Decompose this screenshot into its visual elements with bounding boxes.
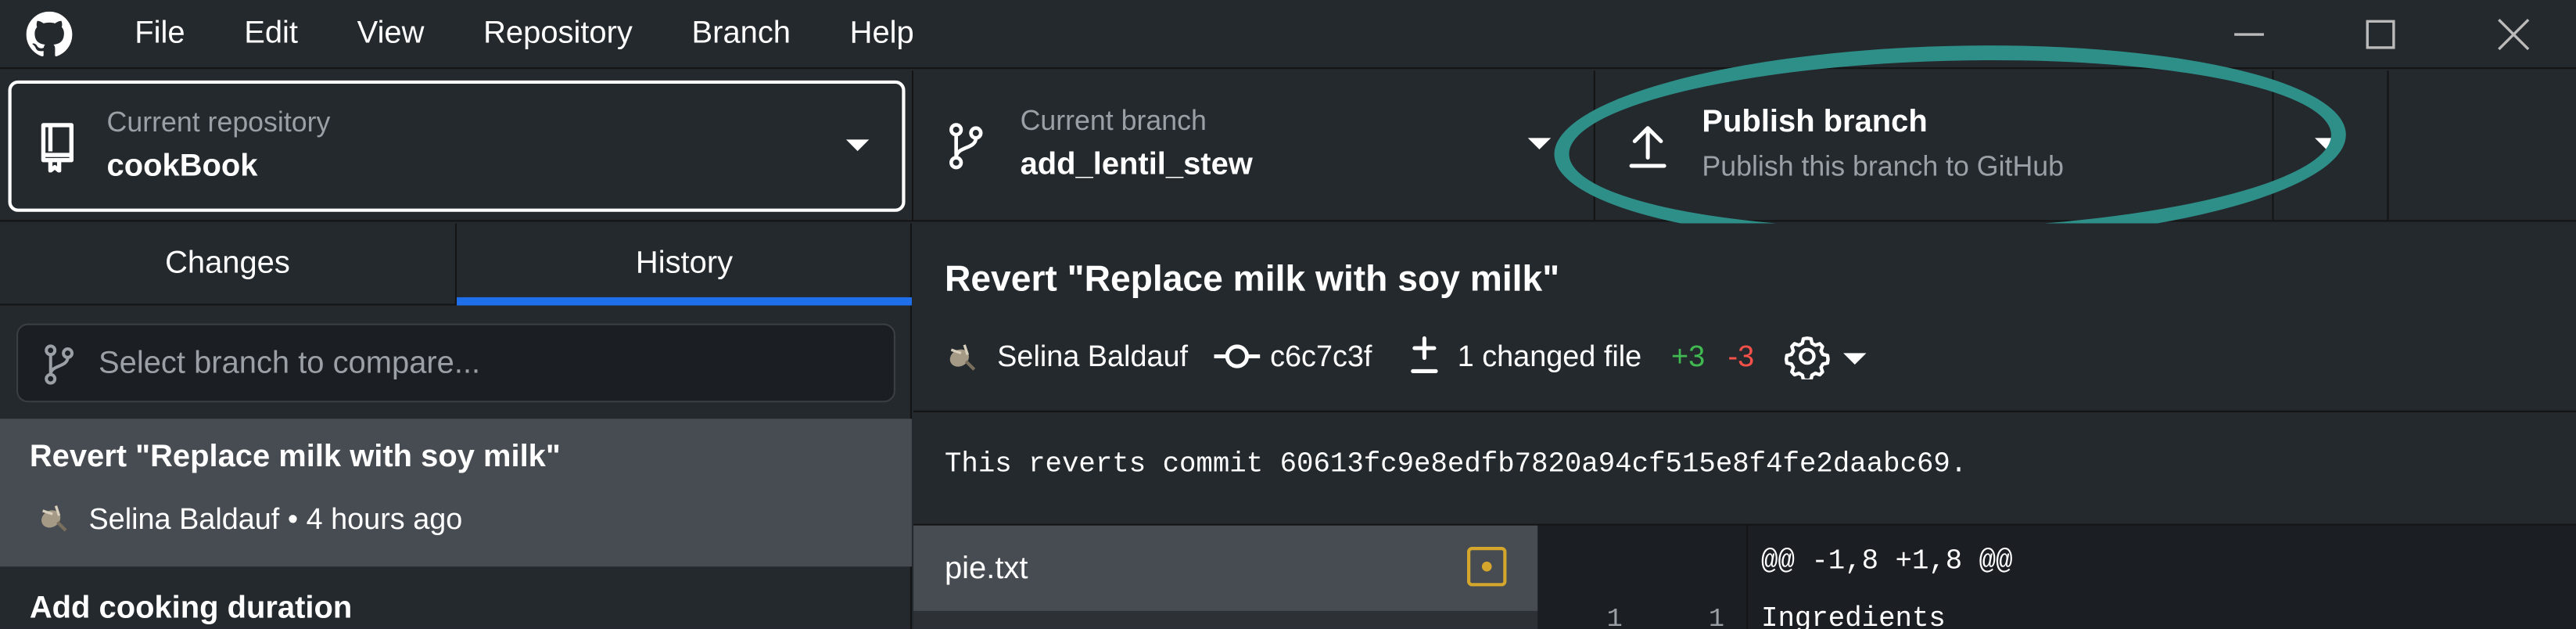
commit-detail-pane: Revert "Replace milk with soy milk" Seli… [913, 223, 2576, 629]
diff-icon [1411, 336, 1438, 373]
changed-files-list: pie.txt [913, 525, 1538, 629]
tab-bar: Changes History [0, 223, 912, 306]
avatar [949, 344, 976, 371]
repo-label: Current repository [106, 106, 331, 138]
minimize-icon[interactable] [2228, 13, 2271, 56]
file-list-item[interactable]: pie.txt [913, 525, 1538, 611]
current-branch-button[interactable]: Current branch add_lentil_stew [911, 70, 1592, 222]
chevron-down-icon [845, 139, 870, 152]
current-repository-button[interactable]: Current repository cookBook [8, 80, 906, 212]
repo-name: cookBook [106, 149, 258, 185]
active-tab-indicator [457, 297, 912, 306]
new-line-number: 1 [1708, 604, 1725, 629]
commit-meta-row: Selina Baldauf c6c7c3f 1 changed file +3… [945, 332, 1867, 381]
maximize-icon[interactable] [2359, 13, 2402, 56]
commit-author: Selina Baldauf [997, 339, 1189, 372]
divider [913, 410, 2576, 412]
modified-icon [1467, 547, 1507, 587]
menu-branch[interactable]: Branch [692, 16, 791, 52]
file-name: pie.txt [944, 552, 1028, 587]
commit-meta: Selina Baldauf • 4 hours ago [88, 502, 463, 536]
git-branch-icon [949, 123, 983, 170]
additions-count: +3 [1671, 339, 1706, 372]
commit-list-item[interactable]: Add cooking duration [0, 568, 912, 629]
commit-title: Revert "Replace milk with soy milk" [29, 440, 561, 475]
menu-bar: File Edit View Repository Branch Help [135, 0, 973, 69]
title-bar: File Edit View Repository Branch Help [0, 0, 2576, 70]
git-branch-icon [45, 344, 74, 385]
menu-help[interactable]: Help [850, 16, 914, 52]
commit-detail-title: Revert "Replace milk with soy milk" [944, 257, 1560, 300]
diff-hunk-header: @@ -1,8 +1,8 @@ [1761, 547, 2013, 578]
repo-icon [41, 123, 74, 173]
deletions-count: -3 [1727, 339, 1755, 372]
branch-compare-input[interactable]: Select branch to compare... [16, 323, 895, 403]
gear-icon[interactable] [1784, 333, 1830, 379]
commit-sha[interactable]: c6c7c3f [1270, 339, 1372, 373]
menu-file[interactable]: File [135, 16, 185, 52]
chevron-down-icon[interactable] [1842, 352, 1867, 364]
app-window: File Edit View Repository Branch Help Cu… [0, 0, 2576, 629]
branch-name: add_lentil_stew [1020, 147, 1253, 183]
close-icon[interactable] [2492, 13, 2535, 56]
changed-files-count: 1 changed file [1457, 339, 1642, 372]
diff-view: @@ -1,8 +1,8 @@ 1 1 Ingredients [1537, 525, 2576, 629]
commit-list-item[interactable]: Revert "Replace milk with soy milk" Seli… [0, 419, 912, 567]
chevron-down-icon [1527, 138, 1552, 150]
sidebar: Changes History Select branch to compare… [0, 223, 912, 629]
diff-line: Ingredients [1761, 604, 1946, 629]
github-logo-icon [26, 11, 73, 57]
old-line-number: 1 [1606, 604, 1623, 629]
git-commit-icon [1214, 344, 1261, 368]
menu-view[interactable]: View [357, 16, 425, 52]
tab-history[interactable]: History [457, 223, 912, 305]
avatar [41, 505, 67, 532]
menu-repository[interactable]: Repository [483, 16, 633, 52]
branch-compare-placeholder: Select branch to compare... [99, 346, 481, 382]
commit-description: This reverts commit 60613fc9e8edfb7820a9… [944, 450, 1968, 482]
menu-edit[interactable]: Edit [244, 16, 298, 52]
branch-label: Current branch [1020, 105, 1207, 137]
commit-title: Add cooking duration [29, 591, 353, 626]
tab-changes[interactable]: Changes [0, 223, 457, 306]
